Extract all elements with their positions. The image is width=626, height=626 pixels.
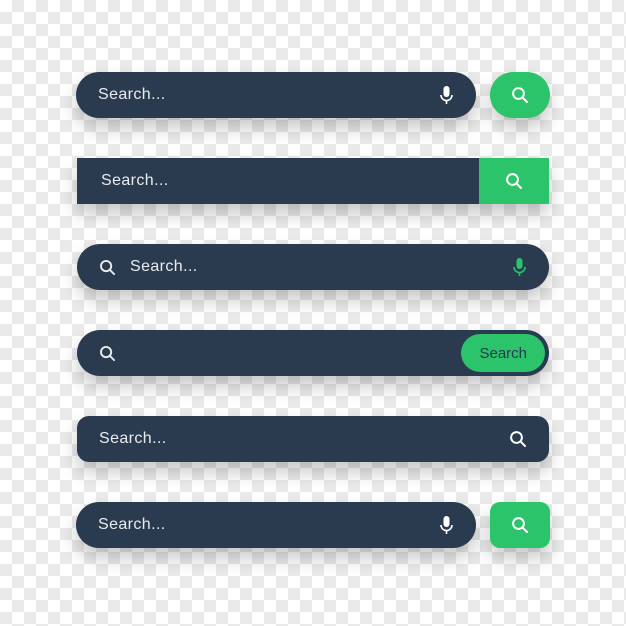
search-button[interactable] [490,72,550,118]
microphone-icon[interactable] [512,257,527,277]
search-button-label: Search [479,345,527,362]
search-input[interactable] [101,172,479,190]
search-button[interactable]: Search [461,334,545,372]
search-button[interactable] [479,158,549,204]
search-variant-3[interactable] [77,244,549,290]
search-input[interactable] [99,430,509,448]
search-variant-4[interactable]: Search [77,330,549,376]
search-variant-1 [76,72,550,118]
search-input[interactable] [130,258,512,276]
microphone-icon[interactable] [439,515,454,535]
search-bar[interactable] [76,72,476,118]
search-input[interactable] [98,516,439,534]
search-bar[interactable] [76,502,476,548]
search-input[interactable] [98,86,439,104]
microphone-icon[interactable] [439,85,454,105]
search-variant-6 [76,502,550,548]
search-icon [99,345,116,362]
search-icon [511,86,529,104]
search-icon [99,259,116,276]
search-variant-2 [77,158,549,204]
search-variant-5[interactable] [77,416,549,462]
search-button[interactable] [490,502,550,548]
search-icon [511,516,529,534]
search-icon [505,172,523,190]
search-icon[interactable] [509,430,527,448]
